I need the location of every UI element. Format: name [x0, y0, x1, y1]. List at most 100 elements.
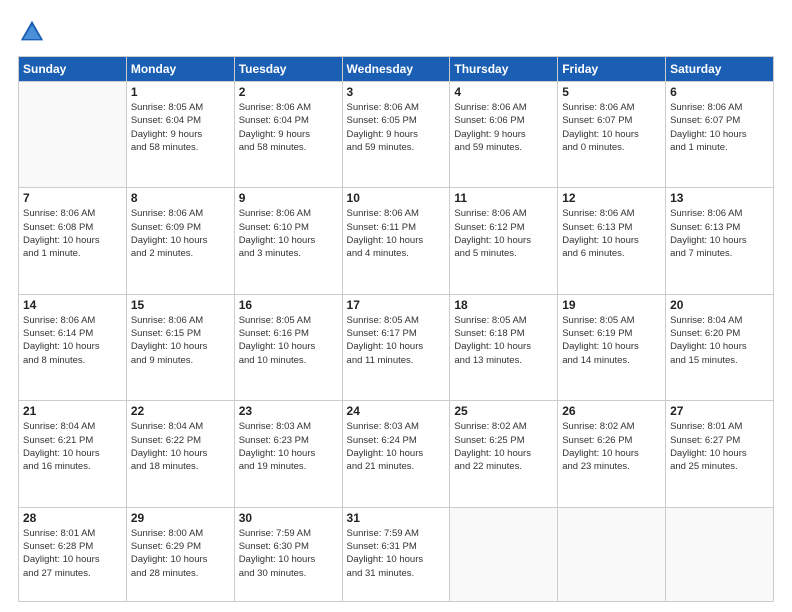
day-number: 26 [562, 404, 661, 418]
day-info: Sunrise: 8:04 AM Sunset: 6:20 PM Dayligh… [670, 314, 769, 367]
day-info: Sunrise: 8:04 AM Sunset: 6:21 PM Dayligh… [23, 420, 122, 473]
day-info: Sunrise: 8:06 AM Sunset: 6:08 PM Dayligh… [23, 207, 122, 260]
day-number: 10 [347, 191, 446, 205]
week-row-2: 14 Sunrise: 8:06 AM Sunset: 6:14 PM Dayli… [19, 294, 774, 400]
calendar-cell: 23 Sunrise: 8:03 AM Sunset: 6:23 PM Dayli… [234, 401, 342, 507]
day-info: Sunrise: 8:06 AM Sunset: 6:04 PM Dayligh… [239, 101, 338, 154]
day-number: 21 [23, 404, 122, 418]
calendar-cell: 4 Sunrise: 8:06 AM Sunset: 6:06 PM Daylig… [450, 82, 558, 188]
calendar-cell: 13 Sunrise: 8:06 AM Sunset: 6:13 PM Dayli… [666, 188, 774, 294]
day-info: Sunrise: 8:06 AM Sunset: 6:12 PM Dayligh… [454, 207, 553, 260]
day-info: Sunrise: 8:05 AM Sunset: 6:04 PM Dayligh… [131, 101, 230, 154]
calendar-cell: 26 Sunrise: 8:02 AM Sunset: 6:26 PM Dayli… [558, 401, 666, 507]
day-number: 5 [562, 85, 661, 99]
day-number: 13 [670, 191, 769, 205]
page: SundayMondayTuesdayWednesdayThursdayFrid… [0, 0, 792, 612]
week-row-0: 1 Sunrise: 8:05 AM Sunset: 6:04 PM Daylig… [19, 82, 774, 188]
calendar-cell: 21 Sunrise: 8:04 AM Sunset: 6:21 PM Dayli… [19, 401, 127, 507]
calendar-cell: 29 Sunrise: 8:00 AM Sunset: 6:29 PM Dayli… [126, 507, 234, 601]
calendar-cell: 19 Sunrise: 8:05 AM Sunset: 6:19 PM Dayli… [558, 294, 666, 400]
calendar-cell: 16Sunrise: 8:05 AM Sunset: 6:16 PM Dayli… [234, 294, 342, 400]
calendar-cell: 12Sunrise: 8:06 AM Sunset: 6:13 PM Dayli… [558, 188, 666, 294]
day-info: Sunrise: 7:59 AM Sunset: 6:31 PM Dayligh… [347, 527, 446, 580]
col-header-thursday: Thursday [450, 57, 558, 82]
col-header-tuesday: Tuesday [234, 57, 342, 82]
day-info: Sunrise: 8:06 AM Sunset: 6:13 PM Dayligh… [670, 207, 769, 260]
calendar-cell [450, 507, 558, 601]
day-number: 29 [131, 511, 230, 525]
day-number: 2 [239, 85, 338, 99]
day-number: 25 [454, 404, 553, 418]
day-info: Sunrise: 8:06 AM Sunset: 6:07 PM Dayligh… [562, 101, 661, 154]
day-number: 1 [131, 85, 230, 99]
day-info: Sunrise: 8:00 AM Sunset: 6:29 PM Dayligh… [131, 527, 230, 580]
day-number: 3 [347, 85, 446, 99]
day-number: 24 [347, 404, 446, 418]
calendar-cell: 28 Sunrise: 8:01 AM Sunset: 6:28 PM Dayli… [19, 507, 127, 601]
day-info: Sunrise: 8:06 AM Sunset: 6:09 PM Dayligh… [131, 207, 230, 260]
day-info: Sunrise: 7:59 AM Sunset: 6:30 PM Dayligh… [239, 527, 338, 580]
calendar-cell [666, 507, 774, 601]
calendar-cell: 25 Sunrise: 8:02 AM Sunset: 6:25 PM Dayli… [450, 401, 558, 507]
calendar-cell: 6Sunrise: 8:06 AM Sunset: 6:07 PM Daylig… [666, 82, 774, 188]
calendar-cell: 1 Sunrise: 8:05 AM Sunset: 6:04 PM Daylig… [126, 82, 234, 188]
calendar-cell: 20 Sunrise: 8:04 AM Sunset: 6:20 PM Dayli… [666, 294, 774, 400]
day-number: 7 [23, 191, 122, 205]
day-info: Sunrise: 8:05 AM Sunset: 6:17 PM Dayligh… [347, 314, 446, 367]
day-info: Sunrise: 8:02 AM Sunset: 6:26 PM Dayligh… [562, 420, 661, 473]
header-row: SundayMondayTuesdayWednesdayThursdayFrid… [19, 57, 774, 82]
day-number: 27 [670, 404, 769, 418]
day-info: Sunrise: 8:04 AM Sunset: 6:22 PM Dayligh… [131, 420, 230, 473]
day-info: Sunrise: 8:06 AM Sunset: 6:10 PM Dayligh… [239, 207, 338, 260]
day-number: 28 [23, 511, 122, 525]
calendar-cell: 8 Sunrise: 8:06 AM Sunset: 6:09 PM Daylig… [126, 188, 234, 294]
day-info: Sunrise: 8:03 AM Sunset: 6:23 PM Dayligh… [239, 420, 338, 473]
day-number: 8 [131, 191, 230, 205]
day-info: Sunrise: 8:01 AM Sunset: 6:28 PM Dayligh… [23, 527, 122, 580]
calendar-cell: 17 Sunrise: 8:05 AM Sunset: 6:17 PM Dayli… [342, 294, 450, 400]
calendar-cell: 10 Sunrise: 8:06 AM Sunset: 6:11 PM Dayli… [342, 188, 450, 294]
col-header-monday: Monday [126, 57, 234, 82]
calendar-cell: 7 Sunrise: 8:06 AM Sunset: 6:08 PM Daylig… [19, 188, 127, 294]
day-info: Sunrise: 8:06 AM Sunset: 6:14 PM Dayligh… [23, 314, 122, 367]
day-number: 30 [239, 511, 338, 525]
calendar-cell: 5 Sunrise: 8:06 AM Sunset: 6:07 PM Daylig… [558, 82, 666, 188]
day-info: Sunrise: 8:05 AM Sunset: 6:16 PM Dayligh… [239, 314, 338, 367]
day-info: Sunrise: 8:03 AM Sunset: 6:24 PM Dayligh… [347, 420, 446, 473]
day-info: Sunrise: 8:06 AM Sunset: 6:07 PM Dayligh… [670, 101, 769, 154]
calendar-cell: 31Sunrise: 7:59 AM Sunset: 6:31 PM Dayli… [342, 507, 450, 601]
calendar-cell: 18 Sunrise: 8:05 AM Sunset: 6:18 PM Dayli… [450, 294, 558, 400]
day-info: Sunrise: 8:06 AM Sunset: 6:11 PM Dayligh… [347, 207, 446, 260]
day-number: 9 [239, 191, 338, 205]
calendar-cell: 9 Sunrise: 8:06 AM Sunset: 6:10 PM Daylig… [234, 188, 342, 294]
day-number: 4 [454, 85, 553, 99]
logo [18, 18, 50, 46]
calendar-cell: 24 Sunrise: 8:03 AM Sunset: 6:24 PM Dayli… [342, 401, 450, 507]
week-row-4: 28 Sunrise: 8:01 AM Sunset: 6:28 PM Dayli… [19, 507, 774, 601]
day-number: 18 [454, 298, 553, 312]
day-number: 17 [347, 298, 446, 312]
day-info: Sunrise: 8:01 AM Sunset: 6:27 PM Dayligh… [670, 420, 769, 473]
col-header-wednesday: Wednesday [342, 57, 450, 82]
calendar-cell: 14 Sunrise: 8:06 AM Sunset: 6:14 PM Dayli… [19, 294, 127, 400]
day-info: Sunrise: 8:06 AM Sunset: 6:06 PM Dayligh… [454, 101, 553, 154]
day-info: Sunrise: 8:02 AM Sunset: 6:25 PM Dayligh… [454, 420, 553, 473]
calendar: SundayMondayTuesdayWednesdayThursdayFrid… [18, 56, 774, 602]
calendar-cell [19, 82, 127, 188]
calendar-cell: 11 Sunrise: 8:06 AM Sunset: 6:12 PM Dayli… [450, 188, 558, 294]
logo-icon [18, 18, 46, 46]
day-number: 23 [239, 404, 338, 418]
day-number: 14 [23, 298, 122, 312]
calendar-cell: 15Sunrise: 8:06 AM Sunset: 6:15 PM Dayli… [126, 294, 234, 400]
day-number: 11 [454, 191, 553, 205]
header [18, 18, 774, 46]
day-number: 19 [562, 298, 661, 312]
calendar-cell: 2 Sunrise: 8:06 AM Sunset: 6:04 PM Daylig… [234, 82, 342, 188]
day-info: Sunrise: 8:05 AM Sunset: 6:18 PM Dayligh… [454, 314, 553, 367]
day-info: Sunrise: 8:05 AM Sunset: 6:19 PM Dayligh… [562, 314, 661, 367]
day-number: 15 [131, 298, 230, 312]
day-number: 20 [670, 298, 769, 312]
day-info: Sunrise: 8:06 AM Sunset: 6:05 PM Dayligh… [347, 101, 446, 154]
calendar-cell [558, 507, 666, 601]
calendar-cell: 22Sunrise: 8:04 AM Sunset: 6:22 PM Dayli… [126, 401, 234, 507]
